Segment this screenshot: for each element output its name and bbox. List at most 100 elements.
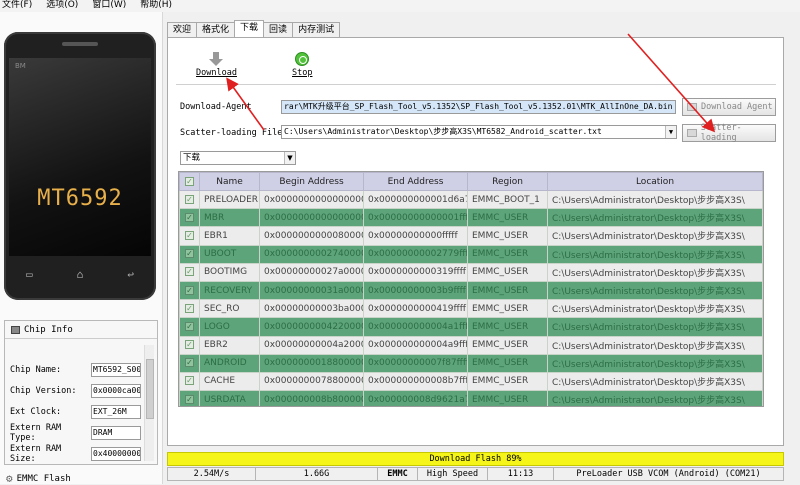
table-row[interactable]: ✓ LOGO 0x0000000004220000 0x000000000004a1f… [179,317,763,337]
chip-info-label: Chip Version: [10,386,77,396]
checkmark-icon: ✓ [185,285,194,295]
row-checkbox[interactable]: ✓ [179,208,200,228]
scatter-file-input[interactable]: C:\Users\Administrator\Desktop\步步高X3S\MT… [281,125,677,139]
begin-address-cell: 0x0000000078800000 [259,371,364,392]
chip-info-row: Extern RAM Size: 0x40000000 [10,444,141,464]
row-checkbox[interactable]: ✓ [179,371,200,392]
column-header[interactable]: Begin Address [259,172,364,191]
begin-address-cell: 0x00000000031a0000 [259,280,364,301]
column-header[interactable]: Name [199,172,260,191]
begin-address-cell: 0x00000000004a20000 [259,335,364,355]
region-cell: EMMC_USER [467,371,548,392]
region-cell: EMMC_BOOT_1 [467,189,548,210]
status-storage: EMMC [377,467,417,481]
table-row[interactable]: ✓ PRELOADER 0x0000000000000000 0x0000000000… [179,189,763,210]
checkmark-icon: ✓ [185,340,194,350]
end-address-cell: 0x0000000000419ffff [363,299,468,319]
location-cell: C:\Users\Administrator\Desktop\步步高X3S\ [547,244,763,264]
chip-name-field[interactable]: MT6592_S00 [91,363,141,377]
chip-version-field[interactable]: 0x0000ca00 [91,384,141,398]
menu-help[interactable]: 帮助(H) [140,0,172,12]
menu-file[interactable]: 文件(F) [2,0,32,12]
menu-window[interactable]: 窗口(W) [92,0,126,12]
download-agent-label: Download-Agent [180,102,252,112]
folder-icon [687,103,697,111]
tab-format[interactable]: 格式化 [196,22,236,37]
row-checkbox[interactable]: ✓ [179,390,200,406]
tab-download[interactable]: 下载 [234,20,265,37]
download-agent-input[interactable]: rar\MTK升级平台_SP_Flash_Tool_v5.1352\SP_Fla… [281,100,676,114]
row-checkbox[interactable]: ✓ [179,280,200,301]
table-row[interactable]: ✓ ANDROID 0x0000000018800000 0x00000000007f… [179,353,763,373]
menu-bar: 文件(F) 选项(O) 窗口(W) 帮助(H) [0,0,800,12]
partition-name-cell: UBOOT [199,244,260,264]
location-cell: C:\Users\Administrator\Desktop\步步高X3S\ [547,280,763,301]
tab-readback[interactable]: 回读 [263,22,294,37]
chip-model-label: MT6592 [37,186,123,211]
row-checkbox[interactable]: ✓ [179,335,200,355]
table-row[interactable]: ✓ RECOVERY 0x00000000031a0000 0x00000000003… [179,280,763,301]
partition-name-cell: EBR2 [199,335,260,355]
download-agent-button-label: Download Agent [701,102,773,112]
row-checkbox[interactable]: ✓ [179,244,200,264]
checkmark-icon: ✓ [185,194,194,204]
region-cell: EMMC_USER [467,299,548,319]
download-agent-button[interactable]: Download Agent [682,98,776,116]
tab-welcome[interactable]: 欢迎 [167,22,198,37]
table-row[interactable]: ✓ EBR1 0x0000000000080000 0x00000000000ffff… [179,226,763,246]
table-row[interactable]: ✓ SEC_RO 0x00000000003ba0000 0x000000000041… [179,299,763,319]
storage-type: ⚙ EMMC Flash [6,472,71,485]
chevron-down-icon[interactable]: ▼ [665,126,676,138]
row-checkbox[interactable]: ✓ [179,226,200,246]
column-header[interactable]: End Address [363,172,468,191]
table-row[interactable]: ✓ UBOOT 0x0000000002740000 0x00000000002779… [179,244,763,264]
checkmark-icon: ✓ [185,303,194,313]
stop-button[interactable]: Stop [292,52,312,78]
column-header[interactable]: Location [547,172,763,191]
end-address-cell: 0x00000000002779fff [363,244,468,264]
location-cell: C:\Users\Administrator\Desktop\步步高X3S\ [547,299,763,319]
table-row[interactable]: ✓ BOOTIMG 0x00000000027a0000 0x000000000031… [179,262,763,282]
tab-memory-test[interactable]: 内存测试 [292,22,341,37]
ext-clock-field[interactable]: EXT_26M [91,405,141,419]
region-cell: EMMC_USER [467,280,548,301]
partition-name-cell: SEC_RO [199,299,260,319]
chip-info-label: Extern RAM Size: [10,444,62,464]
begin-address-cell: 0x0000000000080000 [259,226,364,246]
scrollbar-thumb[interactable] [146,359,154,419]
region-cell: EMMC_USER [467,317,548,337]
partition-name-cell: RECOVERY [199,280,260,301]
region-cell: EMMC_USER [467,244,548,264]
row-checkbox[interactable]: ✓ [179,262,200,282]
chip-info-row: Extern RAM Type: DRAM [10,423,141,443]
row-checkbox[interactable]: ✓ [179,317,200,337]
download-button[interactable]: Download [196,52,237,78]
scatter-loading-button-label: Scatter-loading [700,123,742,143]
column-header[interactable]: Region [467,172,548,191]
partition-name-cell: ANDROID [199,353,260,373]
download-mode-select[interactable]: 下载 ▼ [180,151,296,165]
ram-type-field[interactable]: DRAM [91,426,141,440]
toolbar-divider [176,84,776,85]
row-checkbox[interactable]: ✓ [179,299,200,319]
scatter-loading-button[interactable]: Scatter-loading [682,123,776,143]
row-checkbox[interactable]: ✓ [179,353,200,373]
checkmark-icon: ✓ [185,321,194,331]
partition-name-cell: MBR [199,208,260,228]
ram-size-field[interactable]: 0x40000000 [91,447,141,461]
download-button-label: Download [196,68,237,78]
table-row[interactable]: ✓ MBR 0x0000000000000000 0x00000000000001ff… [179,208,763,228]
checkmark-icon: ✓ [185,358,194,368]
checkmark-icon: ✓ [185,249,194,259]
select-all-checkbox[interactable]: ✓ [179,172,200,191]
status-speed: 2.54M/s [167,467,255,481]
stop-button-label: Stop [292,68,313,78]
table-row[interactable]: ✓ CACHE 0x0000000078800000 0x000000000008b7… [179,371,763,392]
row-checkbox[interactable]: ✓ [179,189,200,210]
chip-info-scrollbar[interactable] [144,345,154,461]
checkmark-icon: ✓ [185,376,194,386]
table-row[interactable]: ✓ USRDATA 0x000000008b800000 0x000000008d96… [179,390,763,406]
menu-options[interactable]: 选项(O) [46,0,78,12]
chevron-down-icon[interactable]: ▼ [284,152,295,164]
table-row[interactable]: ✓ EBR2 0x00000000004a20000 0x000000000004a9… [179,335,763,355]
